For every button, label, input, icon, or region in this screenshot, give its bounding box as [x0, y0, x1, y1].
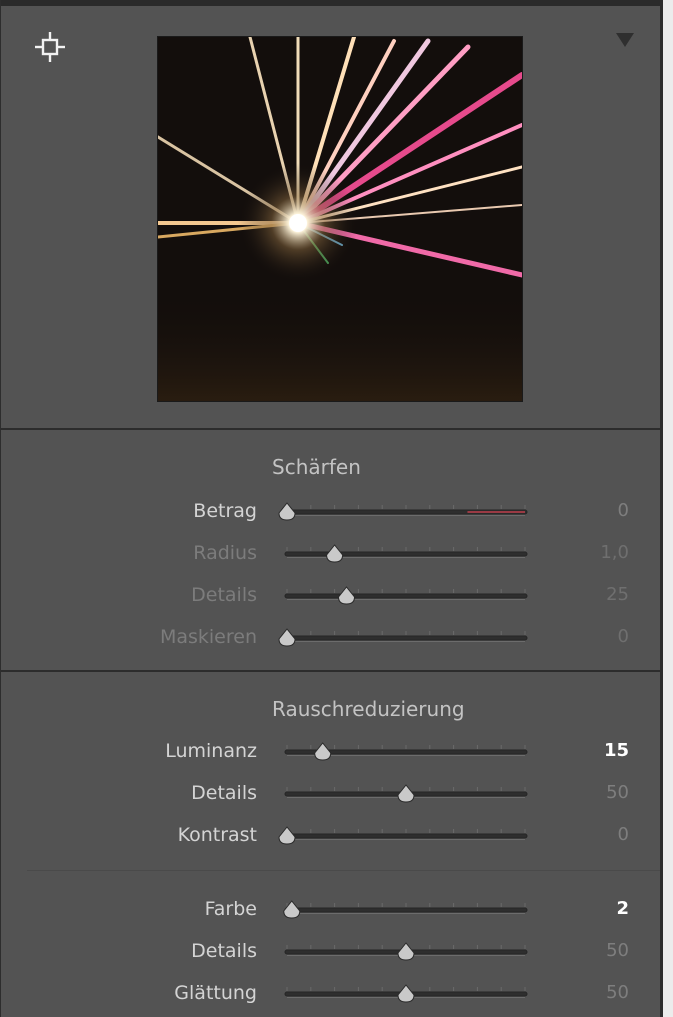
- triangle-down-icon[interactable]: [615, 32, 635, 48]
- slider-label: Radius: [193, 542, 257, 564]
- slider-label: Details: [191, 940, 257, 962]
- slider-thumb[interactable]: [314, 742, 332, 761]
- slider-row-radius: Radius 1,0: [1, 532, 661, 574]
- panel-scrollbar[interactable]: [660, 0, 673, 1017]
- slider-row-glättung: Glättung 50: [1, 972, 661, 1014]
- slider-label: Betrag: [193, 500, 257, 522]
- slider-label: Glättung: [174, 982, 257, 1004]
- slider-row-betrag: Betrag 0: [1, 490, 661, 532]
- slider-value[interactable]: 1,0: [600, 532, 629, 574]
- crosshair-icon[interactable]: [33, 30, 67, 64]
- slider-track[interactable]: [278, 940, 534, 964]
- slider-value[interactable]: 15: [604, 730, 629, 772]
- slider-value[interactable]: 0: [618, 814, 629, 856]
- slider-thumb[interactable]: [278, 502, 296, 521]
- slider-track[interactable]: [278, 740, 534, 764]
- slider-value[interactable]: 2: [616, 888, 629, 930]
- slider-value[interactable]: 50: [606, 972, 629, 1014]
- slider-row-farbe: Farbe 2: [1, 888, 661, 930]
- slider-label: Farbe: [204, 898, 257, 920]
- slider-row-details: Details 50: [1, 772, 661, 814]
- subsection-divider: [27, 870, 661, 871]
- slider-track[interactable]: [278, 626, 534, 650]
- slider-thumb[interactable]: [278, 628, 296, 647]
- slider-label: Maskieren: [159, 626, 257, 648]
- detail-preview-image[interactable]: [157, 36, 523, 402]
- slider-label: Details: [191, 584, 257, 606]
- slider-value[interactable]: 0: [618, 490, 629, 532]
- slider-track[interactable]: [278, 982, 534, 1006]
- section-divider: [1, 428, 661, 430]
- slider-thumb[interactable]: [397, 984, 415, 1003]
- slider-track[interactable]: [278, 542, 534, 566]
- slider-track[interactable]: [278, 782, 534, 806]
- section-divider: [1, 670, 661, 672]
- slider-thumb[interactable]: [397, 942, 415, 961]
- slider-row-maskieren: Maskieren 0: [1, 616, 661, 658]
- slider-row-details: Details 25: [1, 574, 661, 616]
- slider-row-details: Details 50: [1, 930, 661, 972]
- slider-label: Luminanz: [165, 740, 257, 762]
- slider-row-kontrast: Kontrast 0: [1, 814, 661, 856]
- slider-thumb[interactable]: [397, 784, 415, 803]
- slider-value[interactable]: 50: [606, 772, 629, 814]
- slider-thumb[interactable]: [283, 900, 301, 919]
- slider-row-luminanz: Luminanz 15: [1, 730, 661, 772]
- slider-thumb[interactable]: [278, 826, 296, 845]
- slider-value[interactable]: 50: [606, 930, 629, 972]
- slider-label: Details: [191, 782, 257, 804]
- slider-value[interactable]: 25: [606, 574, 629, 616]
- slider-track[interactable]: [278, 824, 534, 848]
- noise-reduction-title: Rauschreduzierung: [272, 697, 465, 721]
- slider-track[interactable]: [278, 584, 534, 608]
- slider-label: Kontrast: [177, 824, 257, 846]
- panel-top-border: [1, 0, 661, 6]
- slider-track[interactable]: [278, 898, 534, 922]
- slider-thumb[interactable]: [326, 544, 344, 563]
- slider-value[interactable]: 0: [618, 616, 629, 658]
- slider-thumb[interactable]: [337, 586, 356, 605]
- slider-track[interactable]: [278, 500, 534, 524]
- detail-panel: Schärfen Betrag 0 Radius 1,0 Details 25 Maskie…: [0, 0, 661, 1017]
- sharpening-title: Schärfen: [272, 455, 361, 479]
